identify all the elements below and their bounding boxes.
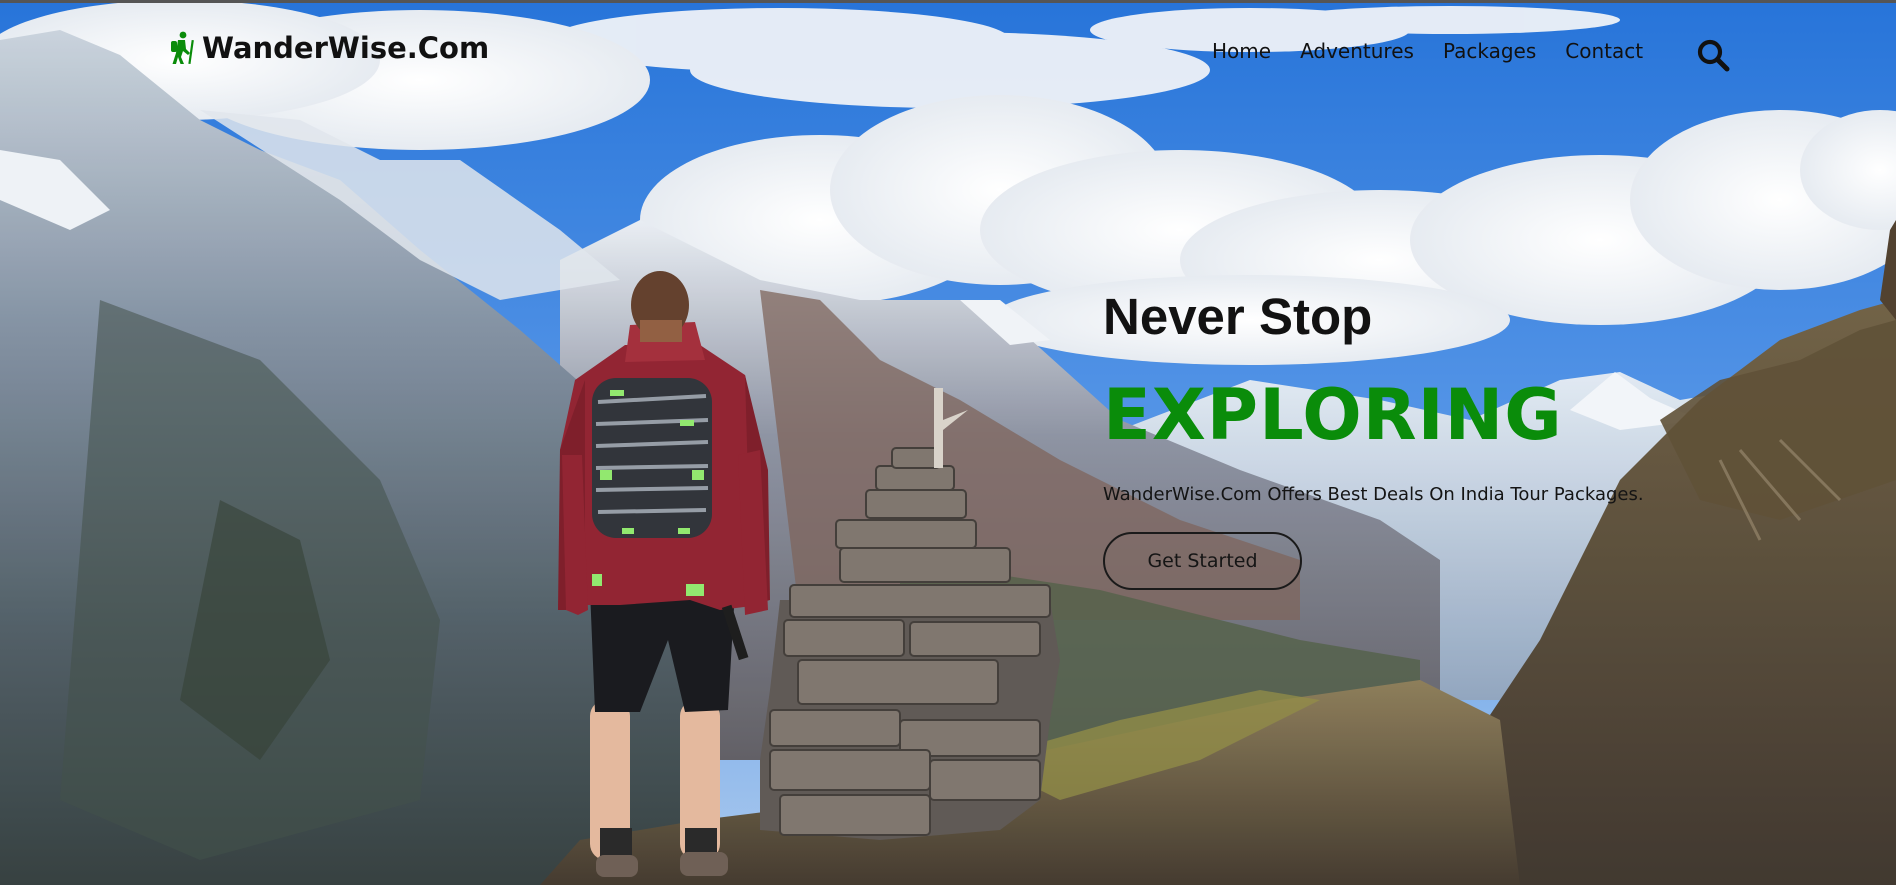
top-border xyxy=(0,0,1896,3)
brand-name: WanderWise.Com xyxy=(202,31,490,65)
hero-description: WanderWise.Com Offers Best Deals On Indi… xyxy=(1103,484,1644,505)
hiker-icon xyxy=(171,31,194,65)
nav-link-contact[interactable]: Contact xyxy=(1565,39,1643,63)
hero-subtitle: Never Stop xyxy=(1103,288,1373,345)
hero-title: EXPLORING xyxy=(1103,374,1563,456)
get-started-button[interactable]: Get Started xyxy=(1103,532,1302,590)
top-navbar: WanderWise.Com Home Adventures Packages … xyxy=(0,3,1896,95)
brand-logo-link[interactable]: WanderWise.Com xyxy=(168,31,489,65)
hero-content: Never Stop EXPLORING WanderWise.Com Offe… xyxy=(1103,284,1803,590)
landing-page: WanderWise.Com Home Adventures Packages … xyxy=(0,0,1896,885)
nav-link-home[interactable]: Home xyxy=(1212,39,1271,63)
nav-link-adventures[interactable]: Adventures xyxy=(1300,39,1414,63)
nav-link-packages[interactable]: Packages xyxy=(1443,39,1536,63)
search-icon[interactable] xyxy=(1696,38,1730,72)
nav-links: Home Adventures Packages Contact xyxy=(1212,39,1643,63)
